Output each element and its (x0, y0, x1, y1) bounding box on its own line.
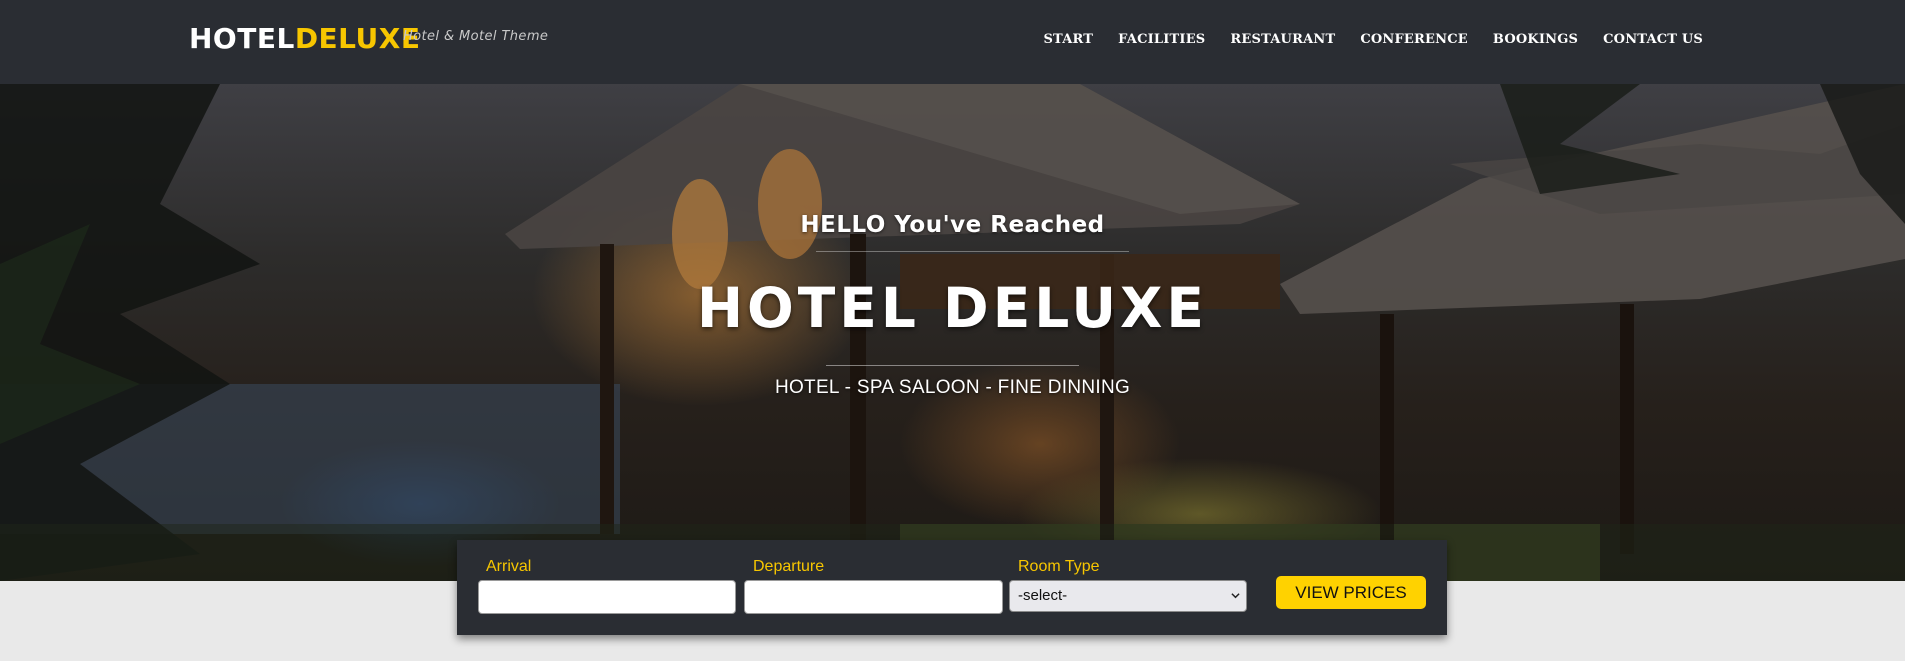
departure-label: Departure (753, 558, 825, 575)
hero-divider-bottom (826, 365, 1079, 366)
arrival-input[interactable] (478, 580, 736, 614)
hero-banner: HELLO You've Reached HOTEL DELUXE HOTEL … (0, 84, 1905, 581)
nav-item-contact-us[interactable]: CONTACT US (1603, 32, 1703, 47)
site-header: HOTELDELUXE Hotel & Motel Theme START FA… (0, 0, 1905, 84)
nav-item-start[interactable]: START (1043, 32, 1093, 47)
site-tagline: Hotel & Motel Theme (403, 29, 549, 44)
site-logo[interactable]: HOTELDELUXE (189, 22, 420, 56)
chevron-down-icon (1231, 593, 1240, 599)
nav-item-conference[interactable]: CONFERENCE (1360, 32, 1468, 47)
hero-content: HELLO You've Reached HOTEL DELUXE HOTEL … (0, 84, 1905, 581)
departure-input[interactable] (744, 580, 1003, 614)
view-prices-button[interactable]: VIEW PRICES (1276, 576, 1426, 609)
room-type-select[interactable]: -select- (1009, 580, 1247, 612)
hero-divider-top (816, 251, 1129, 252)
hero-greeting: HELLO You've Reached (800, 212, 1105, 238)
nav-item-restaurant[interactable]: RESTAURANT (1230, 32, 1335, 47)
arrival-label: Arrival (486, 558, 532, 575)
hero-subtitle: HOTEL - SPA SALOON - FINE DINNING (774, 377, 1131, 398)
nav-item-bookings[interactable]: BOOKINGS (1493, 32, 1578, 47)
booking-form: Arrival Departure Room Type -select- VIE… (457, 540, 1447, 635)
nav-item-facilities[interactable]: FACILITIES (1118, 32, 1205, 47)
main-nav: START FACILITIES RESTAURANT CONFERENCE B… (1043, 32, 1703, 47)
room-type-selected-value: -select- (1018, 587, 1068, 604)
hero-title: HOTEL DELUXE (696, 276, 1208, 340)
logo-text-hotel: HOTEL (189, 22, 295, 55)
room-type-label: Room Type (1018, 558, 1100, 575)
logo-text-deluxe: DELUXE (294, 22, 421, 55)
